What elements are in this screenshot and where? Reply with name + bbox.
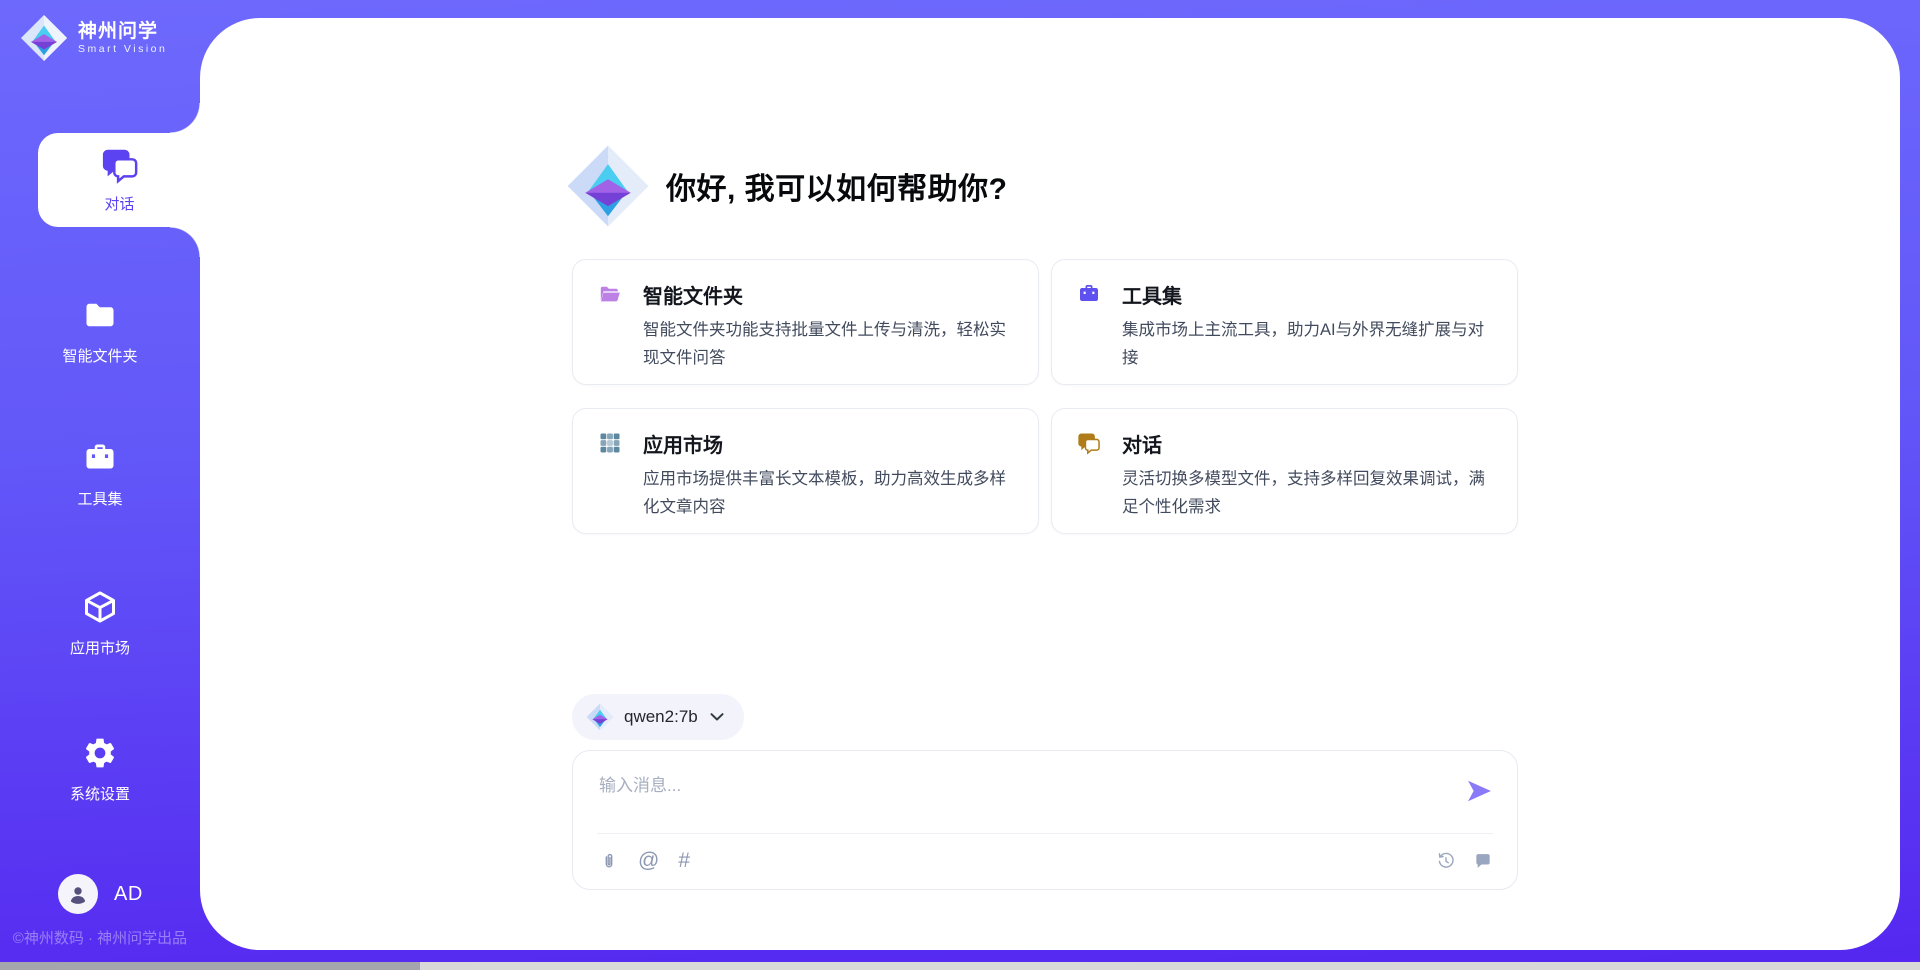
- greeting-text: 你好, 我可以如何帮助你?: [666, 164, 1008, 208]
- brand-name: 神州问学: [78, 21, 167, 43]
- card-description: 智能文件夹功能支持批量文件上传与清洗，轻松实现文件问答: [597, 316, 1014, 372]
- brand-subtitle: Smart Vision: [78, 43, 167, 56]
- topic-icon[interactable]: #: [678, 851, 690, 871]
- card-title: 工具集: [1122, 280, 1182, 309]
- sidebar-item-smart-folder[interactable]: 智能文件夹: [0, 297, 200, 366]
- card-title: 智能文件夹: [643, 280, 743, 309]
- app-background: 对话 神州问学 Smart Vision 智能文件夹: [0, 0, 1920, 962]
- avatar: [58, 874, 98, 914]
- sidebar-item-label: 工具集: [0, 488, 200, 509]
- card-description: 灵活切换多模型文件，支持多样回复效果调试，满足个性化需求: [1076, 465, 1493, 521]
- model-selector-value: qwen2:7b: [624, 707, 698, 727]
- brand-diamond-icon: [566, 144, 650, 228]
- brand-diamond-icon: [20, 14, 68, 62]
- card-toolbox[interactable]: 工具集 集成市场上主流工具，助力AI与外界无缝扩展与对接: [1051, 259, 1518, 385]
- horizontal-scrollbar-thumb[interactable]: [0, 962, 420, 970]
- grid-icon: [597, 431, 623, 455]
- sidebar-footer: ©神州数码 · 神州问学出品: [0, 927, 200, 948]
- mention-icon[interactable]: @: [638, 851, 659, 871]
- model-selector[interactable]: qwen2:7b: [572, 694, 744, 740]
- message-input[interactable]: [599, 771, 1419, 823]
- sidebar-item-label: 系统设置: [0, 783, 200, 804]
- composer-tools: @ #: [599, 851, 690, 871]
- user-initials: AD: [114, 883, 143, 906]
- card-description: 应用市场提供丰富长文本模板，助力高效生成多样化文章内容: [597, 465, 1014, 521]
- toolbox-icon: [81, 440, 119, 476]
- history-icon[interactable]: [1436, 851, 1456, 871]
- card-chat[interactable]: 对话 灵活切换多模型文件，支持多样回复效果调试，满足个性化需求: [1051, 408, 1518, 534]
- feature-cards: 智能文件夹 智能文件夹功能支持批量文件上传与清洗，轻松实现文件问答 工具集 集成…: [572, 259, 1518, 534]
- sidebar-item-label: 智能文件夹: [0, 345, 200, 366]
- sidebar-item-app-market[interactable]: 应用市场: [0, 589, 200, 658]
- composer: @ #: [572, 750, 1518, 890]
- card-app-market[interactable]: 应用市场 应用市场提供丰富长文本模板，助力高效生成多样化文章内容: [572, 408, 1039, 534]
- user-account[interactable]: AD: [58, 874, 143, 914]
- brand-diamond-icon: [586, 703, 614, 731]
- greeting: 你好, 我可以如何帮助你?: [566, 144, 1008, 228]
- sidebar: 神州问学 Smart Vision 智能文件夹 工具集 应用市场: [0, 0, 200, 962]
- horizontal-scrollbar[interactable]: [0, 962, 1920, 970]
- card-title: 对话: [1122, 429, 1162, 458]
- chat-icon: [1076, 431, 1102, 455]
- app-logo: 神州问学 Smart Vision: [20, 14, 167, 62]
- composer-divider: [597, 833, 1493, 834]
- attachment-icon[interactable]: [599, 851, 619, 871]
- folder-open-icon: [597, 282, 623, 306]
- card-smart-folder[interactable]: 智能文件夹 智能文件夹功能支持批量文件上传与清洗，轻松实现文件问答: [572, 259, 1039, 385]
- brand-text: 神州问学 Smart Vision: [78, 21, 167, 56]
- toolbox-icon: [1076, 282, 1102, 306]
- sidebar-item-label: 应用市场: [0, 637, 200, 658]
- chevron-down-icon: [710, 713, 724, 721]
- composer-right-tools: [1436, 851, 1493, 871]
- person-icon: [66, 882, 90, 906]
- cube-icon: [81, 589, 119, 625]
- sidebar-item-settings[interactable]: 系统设置: [0, 735, 200, 804]
- send-icon[interactable]: [1465, 777, 1493, 805]
- card-title: 应用市场: [643, 429, 723, 458]
- gear-icon: [81, 735, 119, 771]
- folder-icon: [81, 297, 119, 333]
- sidebar-item-toolbox[interactable]: 工具集: [0, 440, 200, 509]
- main-content: 你好, 我可以如何帮助你? 智能文件夹 智能文件夹功能支持批量文件上传与清洗，轻…: [572, 0, 1518, 962]
- card-description: 集成市场上主流工具，助力AI与外界无缝扩展与对接: [1076, 316, 1493, 372]
- chat-bubble-icon[interactable]: [1473, 851, 1493, 871]
